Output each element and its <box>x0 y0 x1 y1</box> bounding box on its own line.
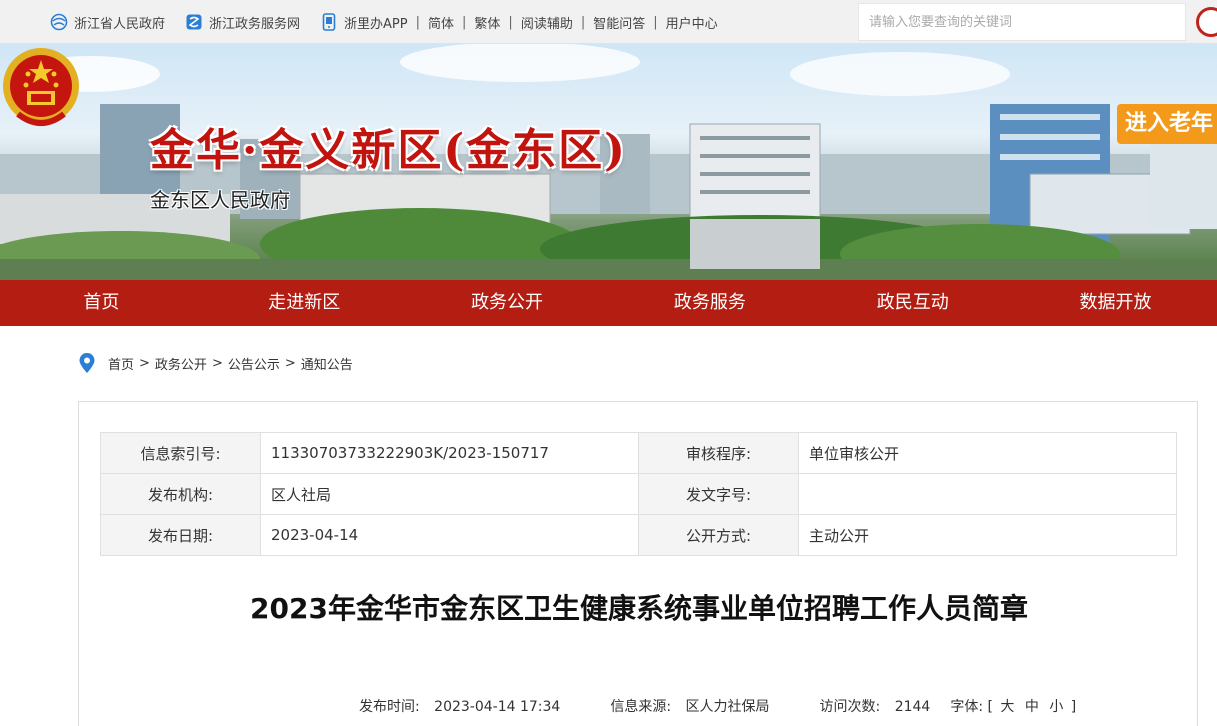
font-size-label: 字体: <box>950 699 984 715</box>
meta-publisher-label: 发布机构: <box>100 473 261 515</box>
nav-home[interactable]: 首页 <box>0 280 203 326</box>
meta-disclosure-value: 主动公开 <box>798 514 1177 556</box>
meta-review-value: 单位审核公开 <box>798 432 1177 474</box>
link-mobile-app-label: 浙里办APP <box>344 16 408 32</box>
meta-index-value: 11330703733222903K/2023-150717 <box>260 432 639 474</box>
banner-title: 金华·金义新区(金东区) <box>150 125 627 176</box>
nav-interaction[interactable]: 政民互动 <box>811 280 1014 326</box>
meta-date-label: 发布日期: <box>100 514 261 556</box>
article-container: 信息索引号: 11330703733222903K/2023-150717 审核… <box>78 401 1198 726</box>
breadcrumb: 首页 > 政务公开 > 公告公示 > 通知公告 <box>78 352 353 374</box>
link-service-net[interactable]: 浙江政务服务网 <box>185 13 300 32</box>
publish-time-value: 2023-04-14 17:34 <box>434 699 561 715</box>
separator: | <box>415 14 420 30</box>
font-medium-button[interactable]: 中 <box>1025 699 1039 715</box>
header-banner: 金华·金义新区(金东区) 金东区人民政府 进入老年 <box>0 44 1217 280</box>
link-smart-qa[interactable]: 智能问答 <box>593 13 645 32</box>
meta-doc-number-value <box>798 473 1177 515</box>
link-zhejiang-gov[interactable]: 浙江省人民政府 <box>50 13 165 32</box>
source-group: 信息来源: 区人力社保局 <box>610 696 769 716</box>
separator: | <box>462 14 467 30</box>
mobile-app-icon <box>322 13 336 31</box>
meta-publisher-value: 区人社局 <box>260 473 639 515</box>
breadcrumb-home[interactable]: 首页 <box>108 354 134 373</box>
meta-row: 发布日期: 2023-04-14 公开方式: 主动公开 <box>100 514 1177 556</box>
nav-gov-affairs[interactable]: 政务公开 <box>406 280 609 326</box>
font-small-button[interactable]: 小 <box>1049 699 1063 715</box>
search-button[interactable] <box>1196 7 1217 37</box>
font-large-button[interactable]: 大 <box>1000 699 1014 715</box>
link-reading-aid[interactable]: 阅读辅助 <box>521 13 573 32</box>
meta-row: 发布机构: 区人社局 发文字号: <box>100 473 1177 515</box>
link-zhejiang-gov-label: 浙江省人民政府 <box>74 16 166 32</box>
source-label: 信息来源: <box>610 699 672 715</box>
meta-row: 信息索引号: 11330703733222903K/2023-150717 审核… <box>100 432 1177 474</box>
meta-date-value: 2023-04-14 <box>260 514 639 556</box>
main-nav: 首页 走进新区 政务公开 政务服务 政民互动 数据开放 <box>0 280 1217 326</box>
visits-value: 2144 <box>894 699 931 715</box>
elder-mode-button[interactable]: 进入老年 <box>1117 104 1217 144</box>
top-bar: 浙江省人民政府 浙江政务服务网 浙里办APP | 简体 | 繁体 | 阅读辅助 … <box>0 0 1217 44</box>
visits-label: 访问次数: <box>819 699 881 715</box>
meta-index-label: 信息索引号: <box>100 432 261 474</box>
service-net-icon <box>186 14 202 30</box>
link-simplified[interactable]: 简体 <box>428 13 454 32</box>
meta-disclosure-label: 公开方式: <box>638 514 799 556</box>
font-size-group: 字体: [ 大 中 小 ] <box>950 696 1076 716</box>
nav-gov-services[interactable]: 政务服务 <box>608 280 811 326</box>
separator: | <box>580 14 586 30</box>
national-emblem-icon <box>3 48 79 126</box>
article-title: 2023年金华市金东区卫生健康系统事业单位招聘工作人员简章 <box>250 592 1028 625</box>
breadcrumb-separator: > <box>284 355 296 371</box>
link-service-net-label: 浙江政务服务网 <box>209 16 301 32</box>
document-meta-table: 信息索引号: 11330703733222903K/2023-150717 审核… <box>100 432 1177 556</box>
font-bracket-open: [ <box>987 699 993 715</box>
publish-time-group: 发布时间: 2023-04-14 17:34 <box>359 696 560 716</box>
zhejiang-gov-icon <box>50 13 68 31</box>
banner-subtitle: 金东区人民政府 <box>150 188 290 212</box>
publish-time-label: 发布时间: <box>359 699 420 715</box>
visits-group: 访问次数: 2144 <box>820 696 931 716</box>
source-value: 区人力社保局 <box>685 699 770 715</box>
link-user-center[interactable]: 用户中心 <box>666 13 718 32</box>
meta-doc-number-label: 发文字号: <box>638 473 799 515</box>
breadcrumb-gov-affairs[interactable]: 政务公开 <box>155 354 207 373</box>
font-bracket-close: ] <box>1070 699 1077 715</box>
nav-about-district[interactable]: 走进新区 <box>203 280 406 326</box>
search-box <box>858 3 1186 41</box>
breadcrumb-notices[interactable]: 通知公告 <box>301 354 353 373</box>
breadcrumb-announcements[interactable]: 公告公示 <box>228 354 280 373</box>
breadcrumb-separator: > <box>139 355 150 371</box>
top-text-links: | 简体 | 繁体 | 阅读辅助 | 智能问答 | 用户中心 <box>408 13 718 32</box>
location-pin-icon <box>79 353 95 373</box>
search-input[interactable] <box>859 4 1159 40</box>
top-links: 浙江省人民政府 浙江政务服务网 浙里办APP | 简体 | 繁体 | 阅读辅助 … <box>50 0 718 44</box>
link-traditional[interactable]: 繁体 <box>474 13 500 32</box>
link-mobile-app[interactable]: 浙里办APP <box>320 13 408 32</box>
separator: | <box>508 14 513 30</box>
breadcrumb-separator: > <box>211 355 223 371</box>
nav-open-data[interactable]: 数据开放 <box>1014 280 1217 326</box>
separator: | <box>653 14 658 30</box>
article-info-bar: 发布时间: 2023-04-14 17:34 信息来源: 区人力社保局 访问次数… <box>359 696 1076 716</box>
meta-review-label: 审核程序: <box>638 432 799 474</box>
